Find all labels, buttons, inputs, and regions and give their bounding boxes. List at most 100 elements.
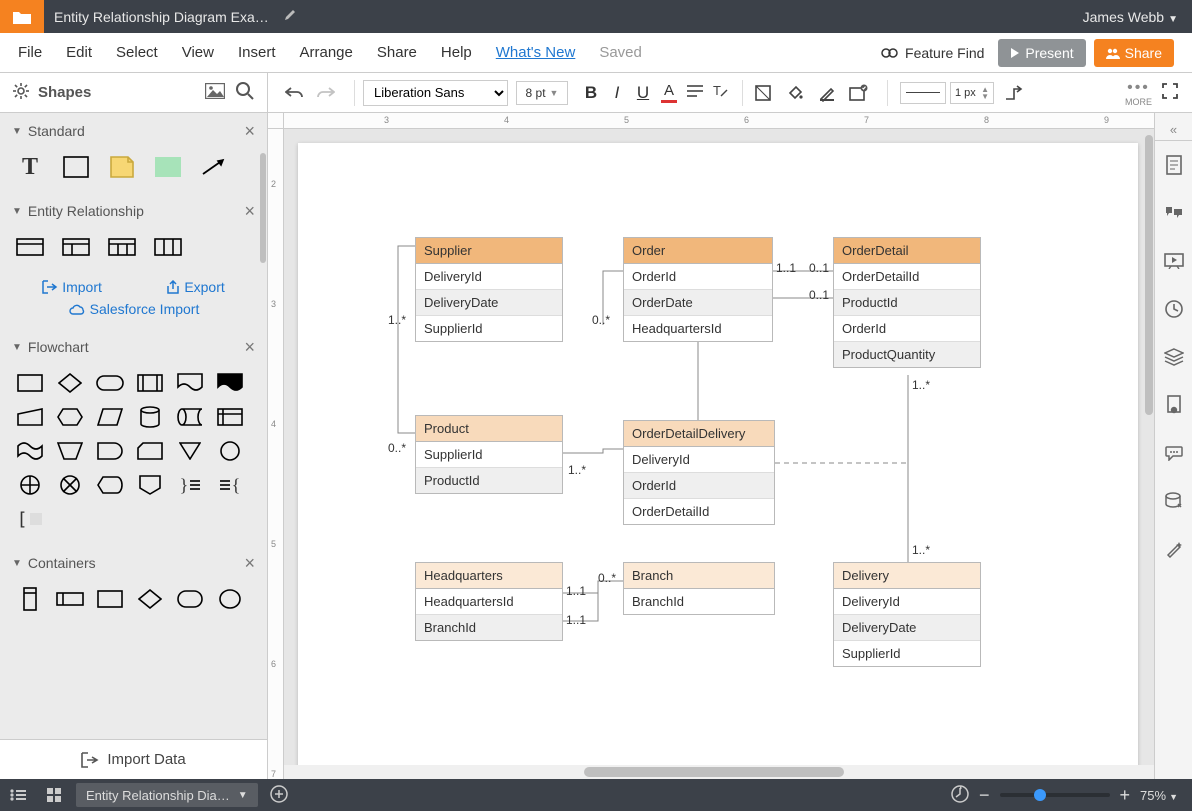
- clear-format-icon[interactable]: T: [708, 83, 734, 103]
- entity-row[interactable]: OrderId: [834, 316, 980, 342]
- ct-1[interactable]: [14, 587, 46, 611]
- fc-terminator[interactable]: [94, 371, 126, 395]
- entity-header[interactable]: Order: [624, 238, 772, 264]
- category-standard-header[interactable]: ▼Standard×: [0, 113, 267, 149]
- category-containers-header[interactable]: ▼Containers×: [0, 545, 267, 581]
- entity-header[interactable]: Product: [416, 416, 562, 442]
- fc-internal[interactable]: [214, 405, 246, 429]
- entity-row[interactable]: ProductQuantity: [834, 342, 980, 367]
- close-icon[interactable]: ×: [244, 337, 255, 358]
- ct-6[interactable]: [214, 587, 246, 611]
- image-icon[interactable]: [205, 83, 225, 102]
- fc-decision[interactable]: [54, 371, 86, 395]
- import-action[interactable]: Import: [42, 279, 102, 295]
- present-button[interactable]: Present: [998, 39, 1085, 67]
- entity-row[interactable]: HeadquartersId: [624, 316, 772, 341]
- line-arrow-icon[interactable]: [1002, 81, 1026, 105]
- entity-row[interactable]: DeliveryId: [624, 447, 774, 473]
- entity-header[interactable]: Delivery: [834, 563, 980, 589]
- entity-row[interactable]: BranchId: [624, 589, 774, 614]
- menu-view[interactable]: View: [182, 44, 214, 61]
- fc-manualop[interactable]: [54, 439, 86, 463]
- page[interactable]: Supplier DeliveryId DeliveryDate Supplie…: [298, 143, 1138, 779]
- text-color-icon[interactable]: A: [656, 82, 682, 103]
- border-color-icon[interactable]: [815, 81, 839, 105]
- data-icon[interactable]: [1162, 489, 1186, 513]
- fc-db[interactable]: [134, 405, 166, 429]
- entity-header[interactable]: Branch: [624, 563, 774, 589]
- history-icon[interactable]: [1162, 297, 1186, 321]
- block-shape[interactable]: [152, 155, 184, 179]
- gear-icon[interactable]: [12, 82, 30, 103]
- master-pages-icon[interactable]: [1162, 393, 1186, 417]
- fc-doc[interactable]: [174, 371, 206, 395]
- menu-help[interactable]: Help: [441, 44, 472, 61]
- close-icon[interactable]: ×: [244, 553, 255, 574]
- document-title[interactable]: Entity Relationship Diagram Exa…: [54, 9, 269, 25]
- sidebar-scrollbar[interactable]: [260, 153, 266, 263]
- entity-headquarters[interactable]: Headquarters HeadquartersId BranchId: [415, 562, 563, 641]
- zoom-slider[interactable]: [1000, 793, 1110, 797]
- grid-view-icon[interactable]: [36, 787, 72, 803]
- fc-delay[interactable]: [94, 439, 126, 463]
- entity-delivery[interactable]: Delivery DeliveryId DeliveryDate Supplie…: [833, 562, 981, 667]
- fc-array[interactable]: [: [14, 507, 46, 531]
- share-button[interactable]: Share: [1094, 39, 1174, 67]
- fc-brace-l[interactable]: {: [214, 473, 246, 497]
- entity-row[interactable]: SupplierId: [416, 442, 562, 468]
- add-page-icon[interactable]: [270, 785, 288, 806]
- more-button[interactable]: •••MORE: [1125, 79, 1152, 107]
- entity-header[interactable]: OrderDetail: [834, 238, 980, 264]
- menu-edit[interactable]: Edit: [66, 44, 92, 61]
- er-table1[interactable]: [14, 235, 46, 259]
- fc-process[interactable]: [14, 371, 46, 395]
- menu-whats-new[interactable]: What's New: [496, 44, 576, 61]
- search-icon[interactable]: [235, 81, 255, 104]
- page-settings-icon[interactable]: [1162, 153, 1186, 177]
- fc-parallelogram[interactable]: [94, 405, 126, 429]
- menu-select[interactable]: Select: [116, 44, 158, 61]
- ct-3[interactable]: [94, 587, 126, 611]
- close-icon[interactable]: ×: [244, 201, 255, 222]
- import-data-button[interactable]: Import Data: [0, 739, 267, 779]
- bold-icon[interactable]: B: [578, 83, 604, 103]
- line-width-input[interactable]: 1 px▲▼: [950, 82, 994, 104]
- export-action[interactable]: Export: [166, 279, 224, 295]
- fc-storage[interactable]: [174, 405, 206, 429]
- entity-row[interactable]: ProductId: [834, 290, 980, 316]
- line-style-select[interactable]: [900, 82, 946, 104]
- undo-icon[interactable]: [282, 81, 306, 105]
- fc-sum[interactable]: [14, 473, 46, 497]
- feature-find[interactable]: Feature Find: [881, 45, 984, 61]
- present-panel-icon[interactable]: [1162, 249, 1186, 273]
- close-icon[interactable]: ×: [244, 121, 255, 142]
- autosave-icon[interactable]: [951, 785, 969, 806]
- er-table4[interactable]: [152, 235, 184, 259]
- entity-row[interactable]: OrderDetailId: [624, 499, 774, 524]
- layers-icon[interactable]: [1162, 345, 1186, 369]
- entity-row[interactable]: HeadquartersId: [416, 589, 562, 615]
- italic-icon[interactable]: I: [604, 83, 630, 103]
- edit-title-icon[interactable]: [283, 8, 297, 25]
- font-size-select[interactable]: 8 pt▼: [516, 81, 568, 105]
- fc-hex[interactable]: [54, 405, 86, 429]
- chat-icon[interactable]: [1162, 441, 1186, 465]
- zoom-in-icon[interactable]: +: [1120, 785, 1131, 806]
- fc-card[interactable]: [134, 439, 166, 463]
- entity-row[interactable]: ProductId: [416, 468, 562, 493]
- fill-bucket-icon[interactable]: [783, 81, 807, 105]
- menu-insert[interactable]: Insert: [238, 44, 276, 61]
- entity-orderdetaildelivery[interactable]: OrderDetailDelivery DeliveryId OrderId O…: [623, 420, 775, 525]
- entity-order[interactable]: Order OrderId OrderDate HeadquartersId: [623, 237, 773, 342]
- fc-display[interactable]: [94, 473, 126, 497]
- menu-arrange[interactable]: Arrange: [300, 44, 353, 61]
- ct-2[interactable]: [54, 587, 86, 611]
- fc-tape[interactable]: [14, 439, 46, 463]
- entity-row[interactable]: SupplierId: [834, 641, 980, 666]
- user-menu[interactable]: James Webb▼: [1083, 9, 1178, 25]
- page-tab[interactable]: Entity Relationship Dia…▼: [76, 783, 258, 807]
- comments-icon[interactable]: [1162, 201, 1186, 225]
- font-select[interactable]: Liberation Sans: [363, 80, 508, 106]
- entity-row[interactable]: OrderDetailId: [834, 264, 980, 290]
- entity-row[interactable]: DeliveryId: [834, 589, 980, 615]
